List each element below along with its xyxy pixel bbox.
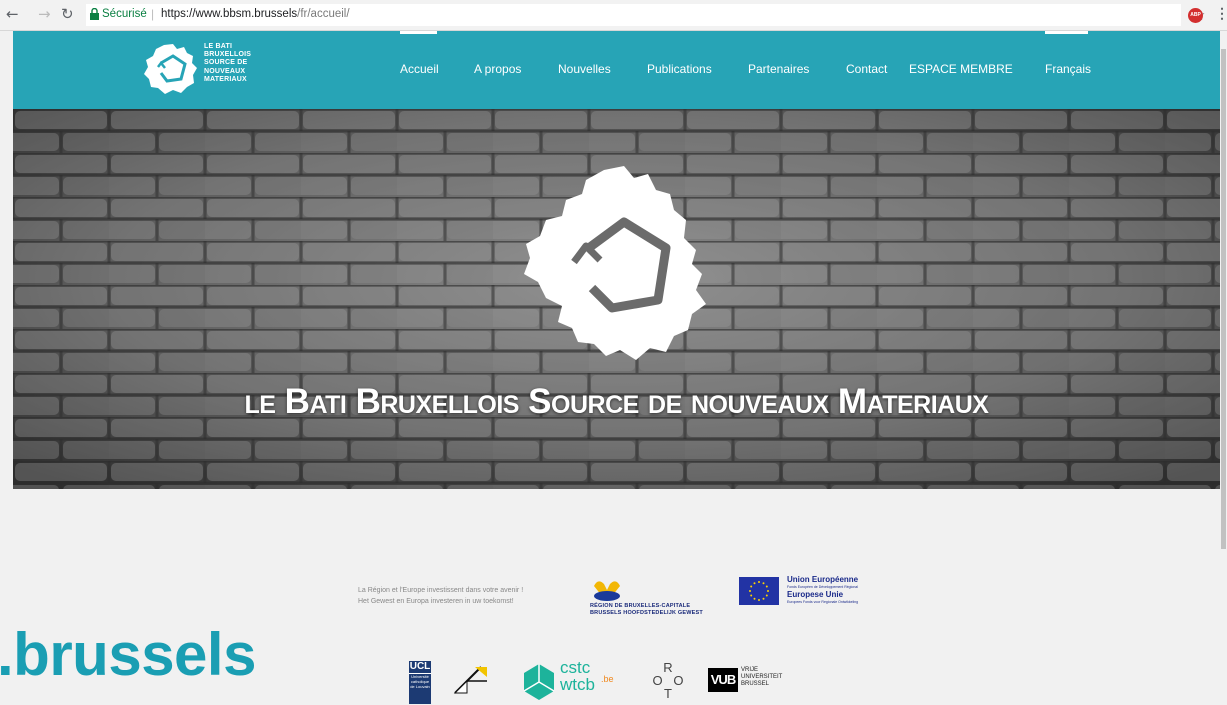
hero-title: le Bati Bruxellois Source de nouveaux Ma… (244, 382, 989, 421)
site-header: LE BATI BRUXELLOIS SOURCE DE NOUVEAUX MA… (13, 31, 1220, 109)
browser-toolbar: ← → ↻ Sécurisé | https://www.bbsm.brusse… (0, 0, 1227, 31)
brussels-region-logo-icon (524, 166, 706, 360)
vub-abbr: VUB (708, 668, 738, 692)
ulb-logo-icon[interactable] (453, 663, 489, 695)
eu-flag-icon[interactable] (739, 577, 779, 605)
forward-icon[interactable]: → (38, 7, 51, 22)
vub-logo[interactable]: VUB VRIJE UNIVERSITEIT BRUSSEL (708, 666, 808, 696)
ucl-abbr: UCL (409, 661, 431, 674)
back-icon[interactable]: ← (6, 7, 19, 22)
eu-title-fr: Union Européenne (787, 575, 859, 584)
nav-espace-membre[interactable]: ESPACE MEMBRE (909, 62, 1013, 76)
crt-text: R O O T (652, 660, 684, 701)
page-scrollbar[interactable] (1220, 31, 1227, 705)
cstc-wtcb-logo[interactable]: cstc wtcb .be (520, 659, 622, 704)
address-bar[interactable]: Sécurisé | https://www.bbsm.brussels/fr/… (86, 4, 1181, 26)
cstc-polyhedron-icon (523, 664, 555, 700)
eu-title-nl: Europese Unie (787, 590, 844, 599)
bbsm-logo-icon[interactable] (143, 43, 198, 95)
url-text[interactable]: https://www.bbsm.brussels/fr/accueil/ (161, 8, 350, 20)
cstc-domain-suffix: .be (601, 674, 614, 684)
vub-name: VRIJE UNIVERSITEIT BRUSSEL (741, 667, 783, 687)
region-brussels-logo[interactable]: RÉGION DE BRUXELLES-CAPITALE BRUSSELS HO… (590, 576, 720, 620)
region-iris-icon (594, 581, 620, 601)
ucl-name: Université catholique de Louvain (410, 674, 430, 689)
brussels-domain-label: .brussels (0, 621, 256, 688)
cstc-text: cstc wtcb (560, 658, 595, 694)
nav-contact[interactable]: Contact (846, 62, 887, 76)
nav-language-selector[interactable]: Français (1045, 62, 1091, 76)
scrollbar-thumb[interactable] (1221, 49, 1226, 549)
hero-banner: le Bati Bruxellois Source de nouveaux Ma… (13, 109, 1220, 489)
funding-text: La Région et l'Europe investissent dans … (358, 587, 524, 605)
eu-subtitle-nl: Europees Fonds voor Regionale Ontwikkeli… (787, 600, 859, 604)
nav-partenaires[interactable]: Partenaires (748, 62, 809, 76)
reload-icon[interactable]: ↻ (61, 7, 74, 22)
ucl-logo[interactable]: UCL Université catholique de Louvain (409, 661, 431, 704)
language-nav-indicator (1045, 31, 1088, 34)
browser-menu-icon[interactable]: ⋮ (1215, 5, 1227, 22)
url-path: /fr/accueil/ (297, 8, 350, 20)
nav-a-propos[interactable]: A propos (474, 62, 521, 76)
nav-accueil[interactable]: Accueil (400, 62, 439, 76)
nav-nouvelles[interactable]: Nouvelles (558, 62, 611, 76)
adblock-plus-icon[interactable]: ABP (1188, 8, 1203, 23)
url-domain: https://www.bbsm.brussels (161, 8, 298, 20)
nav-publications[interactable]: Publications (647, 62, 712, 76)
eu-funding-label: Union Européenne Fonds Européen de Dével… (787, 575, 858, 605)
logo-text[interactable]: LE BATI BRUXELLOIS SOURCE DE NOUVEAUX MA… (204, 43, 284, 84)
crt-logo[interactable]: R O O T (647, 661, 689, 703)
active-nav-indicator (400, 31, 437, 34)
region-text: RÉGION DE BRUXELLES-CAPITALE BRUSSELS HO… (590, 603, 703, 616)
url-separator: | (151, 7, 155, 21)
lock-icon (90, 8, 99, 20)
secure-label: Sécurisé (102, 8, 147, 20)
